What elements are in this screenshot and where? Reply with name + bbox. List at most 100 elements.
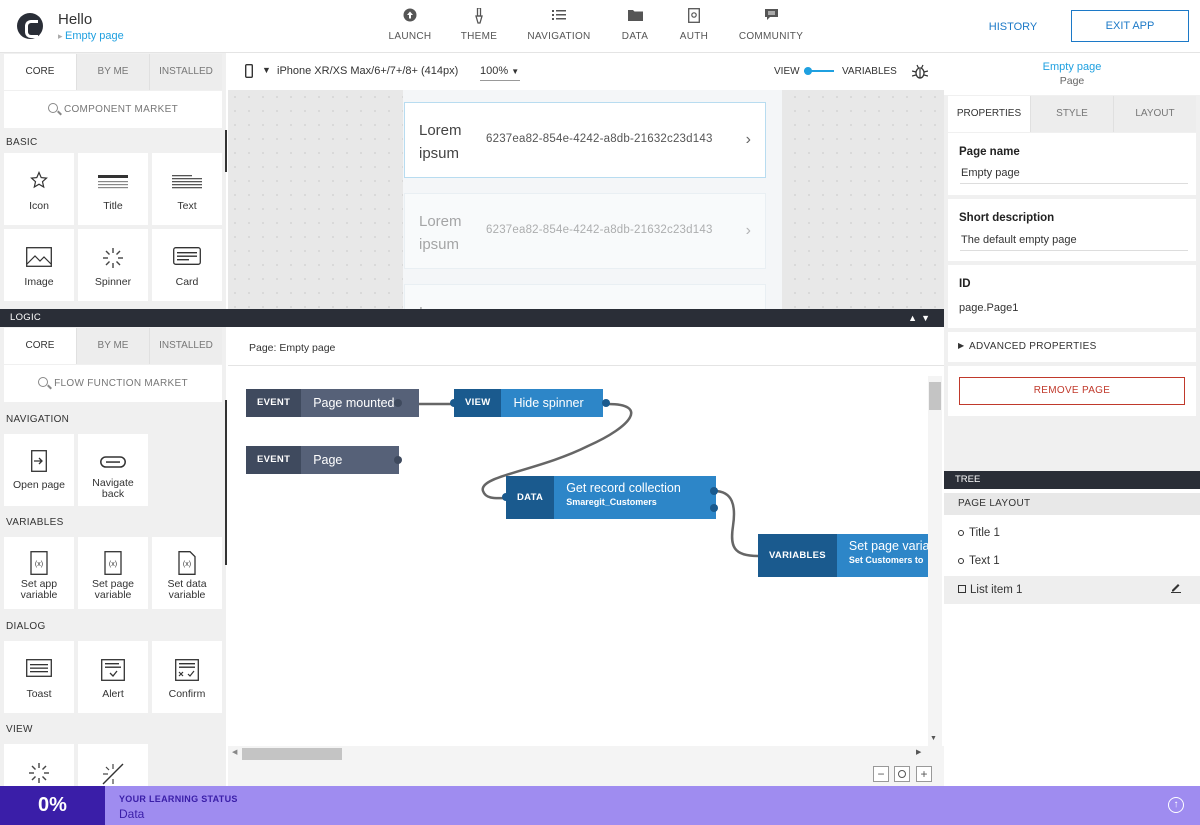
tree-item-label: Text 1 xyxy=(969,555,1000,567)
short-description-input[interactable]: The default empty page xyxy=(961,234,1077,246)
flow-node-variables-set-page-variable[interactable]: VARIABLES Set page varia Set Customers t… xyxy=(758,534,937,577)
circle-icon xyxy=(958,558,964,564)
nav-theme[interactable]: THEME xyxy=(459,7,499,42)
tab-by-me[interactable]: BY ME xyxy=(76,54,149,90)
properties-panel: Empty page Page PROPERTIES STYLE LAYOUT … xyxy=(944,53,1200,786)
nav-auth[interactable]: AUTH xyxy=(677,8,711,42)
flow-hide-spinner[interactable] xyxy=(78,744,148,786)
scroll-right-icon[interactable]: ▶ xyxy=(916,748,921,756)
vertical-scroll-thumb[interactable] xyxy=(929,382,941,410)
page-name-input[interactable]: Empty page xyxy=(961,167,1020,179)
section-view: VIEW xyxy=(6,724,33,735)
component-label: Title xyxy=(103,200,123,212)
toast-icon xyxy=(4,659,74,683)
flow-set-data-variable[interactable]: (x) Set data variable xyxy=(152,537,222,609)
flow-node-event-page-focused[interactable]: EVENT Page focused xyxy=(246,446,400,495)
collapse-expand-icon[interactable]: ▲▼ xyxy=(908,309,934,327)
node-output-port[interactable] xyxy=(394,456,402,464)
node-output-port[interactable] xyxy=(710,504,718,512)
components-panel: CORE BY ME INSTALLED COMPONENT MARKET BA… xyxy=(0,53,226,309)
advanced-properties-toggle[interactable]: ▶ ADVANCED PROPERTIES xyxy=(948,332,1196,362)
flow-open-page[interactable]: Open page xyxy=(4,434,74,506)
vertical-scrollbar[interactable]: ▼ xyxy=(928,376,942,746)
zoom-select[interactable]: 100% ▼ xyxy=(480,65,520,81)
list-item[interactable]: Lorem xyxy=(404,284,766,309)
tab-style[interactable]: STYLE xyxy=(1030,96,1113,132)
flow-function-market-search[interactable]: FLOW FUNCTION MARKET xyxy=(4,365,222,402)
flow-canvas[interactable]: EVENT Page mounted VIEW Hide spinner EVE… xyxy=(228,366,944,746)
flow-set-page-variable[interactable]: (x) Set page variable xyxy=(78,537,148,609)
panel-scrollbar[interactable] xyxy=(225,400,227,565)
component-title[interactable]: Title xyxy=(78,153,148,225)
flow-node-view-hide-spinner[interactable]: VIEW Hide spinner xyxy=(454,389,604,417)
list-item[interactable]: Lorem ipsum 6237ea82-854e-4242-a8db-2163… xyxy=(404,193,766,269)
nav-navigation[interactable]: NAVIGATION xyxy=(525,8,593,42)
node-input-port[interactable] xyxy=(502,493,510,501)
device-dropdown-chevron-icon[interactable]: ▼ xyxy=(262,65,271,75)
tab-installed[interactable]: INSTALLED xyxy=(149,328,222,364)
list-icon xyxy=(525,8,593,26)
horizontal-scroll-thumb[interactable] xyxy=(242,748,342,760)
tree-item-list-item-1[interactable]: List item 1 xyxy=(944,576,1200,604)
component-label: Image xyxy=(24,276,54,288)
node-output-port[interactable] xyxy=(394,399,402,407)
scroll-down-icon[interactable]: ▼ xyxy=(930,735,937,742)
short-description-card: Short description The default empty page xyxy=(948,199,1196,261)
arrow-up-circle-icon[interactable]: ↑ xyxy=(1168,797,1184,813)
panel-scrollbar[interactable] xyxy=(225,130,227,172)
zoom-reset-button[interactable] xyxy=(894,766,910,782)
zoom-value: 100% xyxy=(480,65,509,77)
horizontal-scrollbar[interactable]: ◀ ▶ xyxy=(228,746,944,762)
zoom-out-button[interactable]: − xyxy=(873,766,889,782)
component-icon[interactable]: Icon xyxy=(4,153,74,225)
remove-page-button[interactable]: REMOVE PAGE xyxy=(959,377,1185,405)
page-breadcrumb[interactable]: Empty page xyxy=(58,30,124,42)
exit-app-button[interactable]: EXIT APP xyxy=(1071,10,1189,42)
flow-alert[interactable]: Alert xyxy=(78,641,148,713)
id-card: ID page.Page1 xyxy=(948,265,1196,328)
view-variables-toggle[interactable] xyxy=(804,65,834,77)
tab-layout[interactable]: LAYOUT xyxy=(1113,96,1196,132)
edit-pencil-icon[interactable] xyxy=(1170,576,1182,604)
tab-properties[interactable]: PROPERTIES xyxy=(948,96,1030,132)
tab-installed[interactable]: INSTALLED xyxy=(149,54,222,90)
flow-confirm[interactable]: Confirm xyxy=(152,641,222,713)
component-card[interactable]: Card xyxy=(152,229,222,301)
bug-icon[interactable] xyxy=(911,64,929,83)
node-input-port[interactable] xyxy=(450,399,458,407)
node-output-port[interactable] xyxy=(710,487,718,495)
nav-community[interactable]: COMMUNITY xyxy=(738,8,804,42)
component-image[interactable]: Image xyxy=(4,229,74,301)
component-text[interactable]: Text xyxy=(152,153,222,225)
tree-item-title-1[interactable]: Title 1 xyxy=(944,519,1200,547)
flow-show-spinner[interactable] xyxy=(4,744,74,786)
tree-item-text-1[interactable]: Text 1 xyxy=(944,547,1200,575)
flow-function-label: Set app variable xyxy=(20,578,58,601)
list-item[interactable]: Lorem ipsum 6237ea82-854e-4242-a8db-2163… xyxy=(404,102,766,178)
device-select[interactable]: iPhone XR/XS Max/6+/7+/8+ (414px) xyxy=(277,65,458,77)
scroll-left-icon[interactable]: ◀ xyxy=(232,748,237,756)
nav-launch[interactable]: LAUNCH xyxy=(388,8,432,42)
tab-core[interactable]: CORE xyxy=(4,328,76,364)
history-button[interactable]: HISTORY xyxy=(975,12,1051,42)
component-market-search[interactable]: COMPONENT MARKET xyxy=(4,91,222,128)
app-logo-icon[interactable] xyxy=(17,13,43,39)
flow-set-app-variable[interactable]: (x) Set app variable xyxy=(4,537,74,609)
flow-node-data-get-record-collection[interactable]: DATA Get record collection Smaregit_Cust… xyxy=(506,476,717,519)
node-body: Get record collection Smaregit_Customers xyxy=(554,476,717,519)
tab-core[interactable]: CORE xyxy=(4,54,76,90)
component-market-label: COMPONENT MARKET xyxy=(63,104,179,115)
tree-panel: PAGE LAYOUT Title 1 Text 1 List item 1 xyxy=(944,489,1200,786)
flow-function-label: Open page xyxy=(13,479,65,491)
set-page-variable-icon: (x) xyxy=(78,551,148,575)
flow-navigate-back[interactable]: Navigate back xyxy=(78,434,148,506)
nav-launch-label: LAUNCH xyxy=(388,31,432,42)
node-output-port[interactable] xyxy=(602,399,610,407)
nav-data[interactable]: DATA xyxy=(618,8,652,42)
component-spinner[interactable]: Spinner xyxy=(78,229,148,301)
flow-toast[interactable]: Toast xyxy=(4,641,74,713)
zoom-in-button[interactable]: + xyxy=(916,766,932,782)
logic-bar[interactable]: LOGIC ▲▼ xyxy=(0,309,944,327)
learning-status-bar[interactable]: 0% YOUR LEARNING STATUS Data ↑ xyxy=(0,786,1200,825)
tab-by-me[interactable]: BY ME xyxy=(76,328,149,364)
